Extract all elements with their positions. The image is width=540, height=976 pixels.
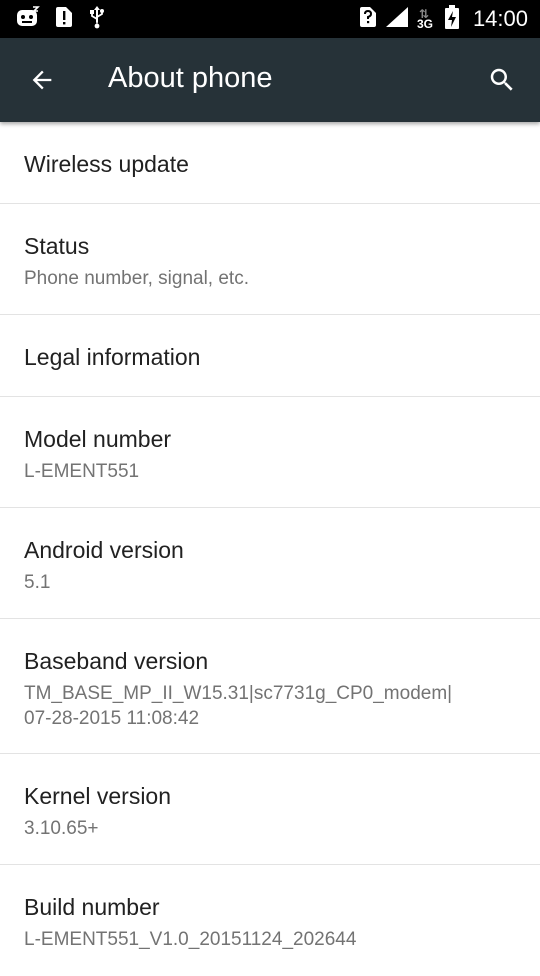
list-item-status[interactable]: Status Phone number, signal, etc. xyxy=(0,204,540,315)
notification-icons xyxy=(16,5,106,34)
battery-charging-icon xyxy=(444,4,459,34)
item-summary: L-EMENT551 xyxy=(24,461,140,482)
back-button[interactable] xyxy=(22,60,62,100)
item-title: Legal information xyxy=(24,344,201,370)
item-title: Kernel version xyxy=(24,783,172,809)
page-title: About phone xyxy=(108,62,273,94)
item-summary: 3.10.65+ xyxy=(24,818,99,839)
list-item-baseband-version[interactable]: Baseband version TM_BASE_MP_II_W15.31|sc… xyxy=(0,619,540,754)
item-title: Status xyxy=(24,233,90,259)
item-summary: L-EMENT551_V1.0_20151124_202644 xyxy=(24,929,357,950)
search-button[interactable] xyxy=(482,60,522,100)
usb-icon xyxy=(88,5,106,34)
item-title: Wireless update xyxy=(24,151,189,177)
item-title: Baseband version xyxy=(24,648,209,674)
list-item-model-number[interactable]: Model number L-EMENT551 xyxy=(0,397,540,508)
list-item-android-version[interactable]: Android version 5.1 xyxy=(0,508,540,619)
list-item-wireless-update[interactable]: Wireless update xyxy=(0,122,540,204)
item-summary: Phone number, signal, etc. xyxy=(24,268,249,289)
face-notification-icon xyxy=(16,5,40,33)
search-icon xyxy=(490,68,513,91)
list-item-kernel-version[interactable]: Kernel version 3.10.65+ xyxy=(0,754,540,865)
list-item-legal-information[interactable]: Legal information xyxy=(0,315,540,397)
network-type-label: 3G xyxy=(416,17,433,31)
status-bar: ⇅ 3G 14:00 xyxy=(0,0,540,38)
signal-icon xyxy=(385,6,409,33)
clock: 14:00 xyxy=(472,6,528,31)
item-title: Model number xyxy=(24,426,172,452)
settings-list: Wireless update Status Phone number, sig… xyxy=(0,122,540,976)
baseband-line-2: 07-28-2015 11:08:42 xyxy=(24,708,200,729)
item-title: Build number xyxy=(24,894,160,920)
list-item-build-number[interactable]: Build number L-EMENT551_V1.0_20151124_20… xyxy=(0,865,540,976)
arrow-back-icon xyxy=(32,70,52,90)
item-title: Android version xyxy=(24,537,184,563)
system-icons: ⇅ 3G 14:00 xyxy=(359,4,528,34)
baseband-line-1: TM_BASE_MP_II_W15.31|sc7731g_CP0_modem| xyxy=(24,683,453,704)
item-summary: 5.1 xyxy=(24,572,51,593)
data-arrows-icon: ⇅ 3G xyxy=(416,7,433,31)
unknown-sim-icon xyxy=(359,6,377,33)
app-bar: About phone xyxy=(0,38,540,122)
item-summary: TM_BASE_MP_II_W15.31|sc7731g_CP0_modem| … xyxy=(24,681,524,731)
sim-alert-icon xyxy=(54,6,74,33)
